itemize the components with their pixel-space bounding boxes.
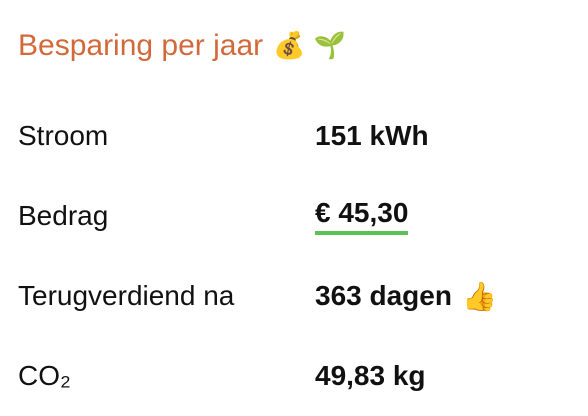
co2-value: 49,83 kg <box>315 360 426 391</box>
row-value-stroom: 151 kWh <box>315 120 429 152</box>
money-bag-icon: 💰 <box>273 31 306 61</box>
row-co2: CO₂ 49,83 kg <box>18 336 578 416</box>
row-label-terugverdiend: Terugverdiend na <box>18 280 235 311</box>
row-label-stroom: Stroom <box>18 120 109 151</box>
bedrag-value: € 45,30 <box>315 197 409 235</box>
savings-rows: Stroom 151 kWh Bedrag € 45,30 Terugverdi… <box>18 96 578 416</box>
row-value-bedrag: € 45,30 <box>315 197 409 235</box>
row-value-co2: 49,83 kg <box>315 360 426 392</box>
row-label-bedrag: Bedrag <box>18 200 109 231</box>
row-bedrag: Bedrag € 45,30 <box>18 176 578 256</box>
title-text: Besparing per jaar <box>18 29 264 62</box>
row-value-terugverdiend: 363 dagen 👍 <box>315 280 497 313</box>
row-label-co2: CO₂ <box>18 360 71 391</box>
thumbs-up-icon: 👍 <box>461 279 497 313</box>
sprout-icon: 🌱 <box>313 31 346 61</box>
savings-card: Besparing per jaar 💰 🌱 Stroom 151 kWh Be… <box>18 24 578 391</box>
stroom-value: 151 kWh <box>315 120 429 151</box>
terugverdiend-value: 363 dagen <box>315 280 452 311</box>
savings-title: Besparing per jaar 💰 🌱 <box>18 24 578 68</box>
row-stroom: Stroom 151 kWh <box>18 96 578 176</box>
row-terugverdiend: Terugverdiend na 363 dagen 👍 <box>18 256 578 336</box>
